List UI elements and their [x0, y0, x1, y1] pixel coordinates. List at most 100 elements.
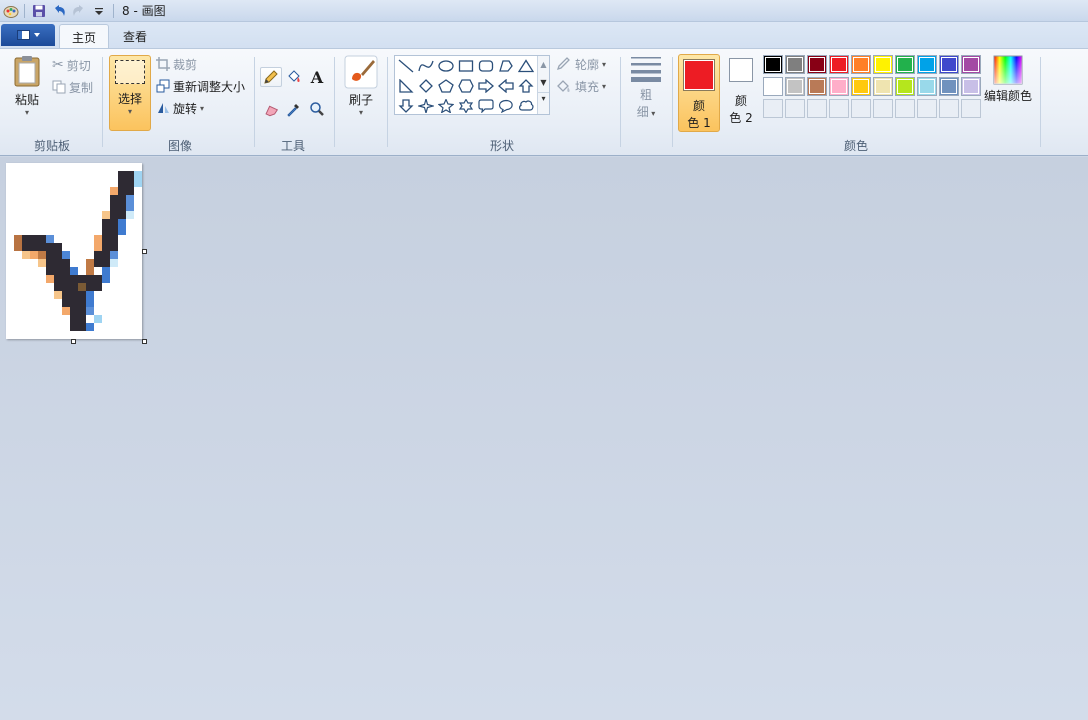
- palette-swatch-empty[interactable]: [939, 99, 959, 118]
- cut-button[interactable]: ✂ 剪切: [52, 55, 91, 75]
- brushes-button[interactable]: 刷子 ▾: [342, 55, 380, 117]
- copy-button[interactable]: 复制: [52, 77, 93, 97]
- scroll-down-icon[interactable]: ▼: [538, 74, 549, 92]
- eraser-icon[interactable]: [260, 99, 282, 119]
- canvas-area[interactable]: [0, 157, 1088, 720]
- resize-handle-bottom[interactable]: [71, 339, 76, 344]
- chevron-down-icon: ▾: [24, 108, 29, 117]
- right-arrow-shape-icon[interactable]: [476, 77, 496, 95]
- gallery-expand-icon[interactable]: ▾: [538, 92, 549, 105]
- right-triangle-shape-icon[interactable]: [396, 77, 416, 95]
- resize-button[interactable]: 重新调整大小: [156, 76, 245, 96]
- palette-swatch-empty[interactable]: [895, 99, 915, 118]
- palette-swatch[interactable]: [873, 77, 893, 96]
- palette-swatch-empty[interactable]: [807, 99, 827, 118]
- size-label-line1: 粗: [639, 88, 652, 102]
- palette-swatch[interactable]: [807, 77, 827, 96]
- rotate-button[interactable]: 旋转 ▾: [156, 98, 204, 118]
- paint-app-icon[interactable]: [2, 2, 20, 20]
- curve-shape-icon[interactable]: [416, 57, 436, 75]
- palette-swatch[interactable]: [939, 55, 959, 74]
- oval-callout-shape-icon[interactable]: [496, 97, 516, 115]
- palette-swatch-empty[interactable]: [785, 99, 805, 118]
- outline-button[interactable]: 轮廓 ▾: [556, 54, 606, 74]
- fill-label: 填充: [575, 79, 600, 94]
- save-icon[interactable]: [29, 2, 49, 20]
- pencil-icon[interactable]: [260, 67, 282, 87]
- up-arrow-shape-icon[interactable]: [516, 77, 536, 95]
- group-separator: [102, 57, 103, 147]
- tab-home[interactable]: 主页: [59, 24, 110, 49]
- magnifier-icon[interactable]: [306, 99, 328, 119]
- cloud-callout-shape-icon[interactable]: [516, 97, 536, 115]
- shapes-group-label: 形状: [489, 139, 514, 153]
- palette-swatch[interactable]: [961, 55, 981, 74]
- palette-swatch-empty[interactable]: [851, 99, 871, 118]
- palette-swatch-empty[interactable]: [763, 99, 783, 118]
- palette-swatch[interactable]: [763, 55, 783, 74]
- color2-button[interactable]: 颜 色 2: [722, 58, 760, 132]
- color1-button[interactable]: 颜 色 1: [678, 54, 720, 132]
- text-icon[interactable]: A: [306, 67, 328, 87]
- left-arrow-shape-icon[interactable]: [496, 77, 516, 95]
- line-width-icon: [631, 57, 661, 82]
- five-point-star-shape-icon[interactable]: [436, 97, 456, 115]
- palette-swatch[interactable]: [895, 77, 915, 96]
- rounded-callout-shape-icon[interactable]: [476, 97, 496, 115]
- customize-toolbar-icon[interactable]: [89, 2, 109, 20]
- palette-swatch[interactable]: [917, 55, 937, 74]
- palette-swatch[interactable]: [851, 55, 871, 74]
- paste-button[interactable]: 粘贴 ▾: [8, 55, 46, 117]
- palette-swatch[interactable]: [851, 77, 871, 96]
- palette-swatch[interactable]: [829, 77, 849, 96]
- palette-swatch[interactable]: [763, 77, 783, 96]
- outline-label: 轮廓: [575, 57, 600, 72]
- line-shape-icon[interactable]: [396, 57, 416, 75]
- undo-icon[interactable]: [49, 2, 69, 20]
- rectangle-shape-icon[interactable]: [456, 57, 476, 75]
- chevron-down-icon: ▾: [648, 109, 656, 118]
- palette-swatch[interactable]: [829, 55, 849, 74]
- pentagon-shape-icon[interactable]: [436, 77, 456, 95]
- palette-swatch[interactable]: [873, 55, 893, 74]
- four-point-star-shape-icon[interactable]: [416, 97, 436, 115]
- crop-label: 裁剪: [173, 57, 198, 72]
- diamond-shape-icon[interactable]: [416, 77, 436, 95]
- select-button[interactable]: 选择 ▾: [109, 55, 151, 131]
- resize-handle-corner[interactable]: [142, 339, 147, 344]
- swatch-highlight: [853, 79, 869, 94]
- drawing-canvas[interactable]: [6, 163, 142, 339]
- color-picker-icon[interactable]: [283, 99, 305, 119]
- oval-shape-icon[interactable]: [436, 57, 456, 75]
- palette-swatch[interactable]: [939, 77, 959, 96]
- file-menu-button[interactable]: [1, 24, 55, 46]
- size-button[interactable]: 粗 细 ▾: [627, 55, 665, 120]
- polygon-shape-icon[interactable]: [496, 57, 516, 75]
- palette-swatch[interactable]: [785, 55, 805, 74]
- scroll-up-icon[interactable]: ▲: [538, 56, 549, 74]
- palette-swatch[interactable]: [961, 77, 981, 96]
- shapes-gallery-scrollbar[interactable]: ▲ ▼ ▾: [537, 56, 549, 114]
- hexagon-shape-icon[interactable]: [456, 77, 476, 95]
- edit-colors-button[interactable]: 编辑颜色: [984, 55, 1032, 104]
- rounded-rectangle-shape-icon[interactable]: [476, 57, 496, 75]
- palette-swatch[interactable]: [917, 77, 937, 96]
- resize-handle-right[interactable]: [142, 249, 147, 254]
- color1-swatch-fill: [685, 61, 713, 89]
- palette-swatch-empty[interactable]: [917, 99, 937, 118]
- palette-swatch-empty[interactable]: [829, 99, 849, 118]
- palette-swatch[interactable]: [895, 55, 915, 74]
- palette-swatch-empty[interactable]: [961, 99, 981, 118]
- down-arrow-shape-icon[interactable]: [396, 97, 416, 115]
- palette-swatch[interactable]: [807, 55, 827, 74]
- rotate-icon: [158, 103, 169, 113]
- six-point-star-shape-icon[interactable]: [456, 97, 476, 115]
- palette-swatch[interactable]: [785, 77, 805, 96]
- palette-swatch-empty[interactable]: [873, 99, 893, 118]
- crop-button[interactable]: 裁剪: [156, 54, 197, 74]
- fill-icon[interactable]: [283, 67, 305, 87]
- brushes-label: 刷子: [348, 93, 373, 107]
- triangle-shape-icon[interactable]: [516, 57, 536, 75]
- tab-view[interactable]: 查看: [111, 24, 159, 48]
- fill-button[interactable]: 填充 ▾: [556, 76, 606, 96]
